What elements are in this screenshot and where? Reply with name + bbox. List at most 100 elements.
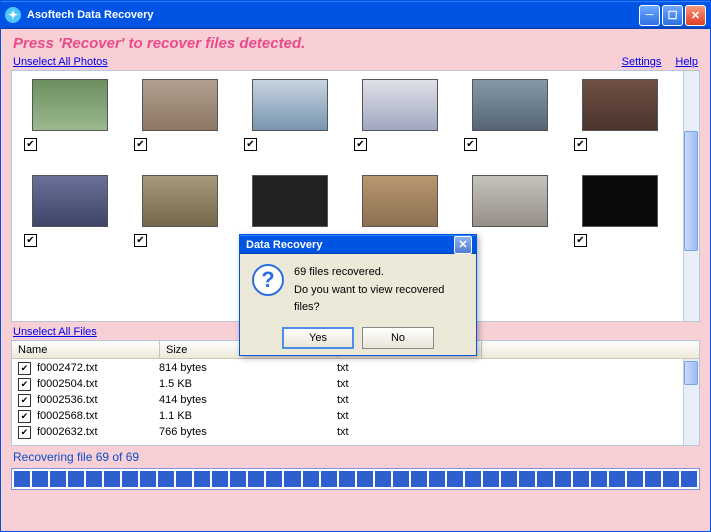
file-extension: txt	[337, 362, 481, 374]
file-checkbox[interactable]: ✔	[18, 410, 31, 423]
photo-checkbox[interactable]: ✔	[354, 138, 367, 151]
progress-segment	[158, 471, 174, 487]
thumbnail-image	[32, 79, 108, 131]
file-size: 1.1 KB	[159, 410, 337, 422]
file-checkbox[interactable]: ✔	[18, 426, 31, 439]
table-row[interactable]: ✔f0002504.txt1.5 KBtxt	[12, 376, 683, 392]
top-links: Unselect All Photos Settings Help	[11, 56, 700, 70]
file-checkbox[interactable]: ✔	[18, 394, 31, 407]
question-icon: ?	[252, 264, 284, 296]
minimize-button[interactable]: ─	[639, 5, 660, 26]
photo-checkbox[interactable]: ✔	[464, 138, 477, 151]
help-link[interactable]: Help	[675, 56, 698, 68]
progress-bar	[11, 468, 700, 490]
progress-segment	[627, 471, 643, 487]
progress-segment	[284, 471, 300, 487]
progress-segment	[663, 471, 679, 487]
table-row[interactable]: ✔ f0002632.txt766 bytestxt	[12, 424, 683, 440]
table-row[interactable]: ✔f0002536.txt414 bytestxt	[12, 392, 683, 408]
file-checkbox[interactable]: ✔	[18, 362, 31, 375]
status-text: Recovering file 69 of 69	[11, 446, 700, 468]
close-button[interactable]: ✕	[685, 5, 706, 26]
progress-segment	[555, 471, 571, 487]
photo-checkbox[interactable]: ✔	[574, 138, 587, 151]
yes-button[interactable]: Yes	[282, 327, 354, 349]
progress-segment	[357, 471, 373, 487]
dialog-titlebar: Data Recovery ✕	[240, 235, 476, 254]
file-extension: txt	[337, 378, 481, 390]
scroll-thumb[interactable]	[684, 131, 698, 251]
app-icon: ✦	[5, 7, 21, 23]
progress-segment	[68, 471, 84, 487]
file-size: 766 bytes	[159, 426, 337, 438]
dialog-close-button[interactable]: ✕	[454, 236, 472, 254]
recovery-dialog: Data Recovery ✕ ? 69 files recovered. Do…	[239, 234, 477, 356]
photos-scrollbar[interactable]	[683, 71, 699, 321]
file-size: 1.5 KB	[159, 378, 337, 390]
file-name: f0002536.txt	[35, 394, 159, 406]
thumbnail-image	[472, 175, 548, 227]
progress-segment	[375, 471, 391, 487]
progress-segment	[609, 471, 625, 487]
thumbnail-image	[32, 175, 108, 227]
file-checkbox[interactable]: ✔	[18, 378, 31, 391]
progress-segment	[465, 471, 481, 487]
column-spacer	[482, 341, 699, 358]
photo-checkbox[interactable]: ✔	[134, 234, 147, 247]
dialog-text: 69 files recovered. Do you want to view …	[294, 264, 464, 317]
progress-segment	[645, 471, 661, 487]
file-name: f0002472.txt	[35, 362, 159, 374]
photo-thumb[interactable]: ✔	[354, 77, 440, 151]
file-extension: txt	[337, 426, 481, 438]
progress-segment	[248, 471, 264, 487]
progress-segment	[447, 471, 463, 487]
photo-thumb[interactable]: ✔	[464, 77, 550, 151]
photo-thumb[interactable]: ✔	[134, 77, 220, 151]
dialog-line2: Do you want to view recovered files?	[294, 282, 464, 317]
file-extension: txt	[337, 410, 481, 422]
column-name[interactable]: Name	[12, 341, 160, 358]
window-buttons: ─ ☐ ✕	[639, 5, 706, 26]
photo-thumb[interactable]: ✔	[24, 77, 110, 151]
table-row[interactable]: ✔ f0002568.txt1.1 KBtxt	[12, 408, 683, 424]
progress-segment	[32, 471, 48, 487]
files-scrollbar[interactable]	[683, 359, 699, 445]
photo-checkbox[interactable]: ✔	[134, 138, 147, 151]
progress-segment	[230, 471, 246, 487]
unselect-all-photos-link[interactable]: Unselect All Photos	[13, 56, 108, 68]
thumbnail-image	[252, 79, 328, 131]
photo-checkbox[interactable]: ✔	[244, 138, 257, 151]
photo-thumb[interactable]: ✔	[24, 173, 110, 247]
file-size: 814 bytes	[159, 362, 337, 374]
thumbnail-image	[472, 79, 548, 131]
settings-link[interactable]: Settings	[622, 56, 662, 68]
no-button[interactable]: No	[362, 327, 434, 349]
instruction-text: Press 'Recover' to recover files detecte…	[11, 33, 700, 56]
file-name: f0002568.txt	[35, 410, 159, 422]
content: Press 'Recover' to recover files detecte…	[1, 29, 710, 531]
progress-segment	[411, 471, 427, 487]
thumbnail-image	[142, 175, 218, 227]
maximize-button[interactable]: ☐	[662, 5, 683, 26]
progress-segment	[212, 471, 228, 487]
thumbnail-image	[362, 175, 438, 227]
scroll-thumb[interactable]	[684, 361, 698, 385]
file-name: f0002632.txt	[35, 426, 159, 438]
progress-segment	[266, 471, 282, 487]
progress-segment	[140, 471, 156, 487]
progress-segment	[429, 471, 445, 487]
progress-segment	[519, 471, 535, 487]
photo-checkbox[interactable]: ✔	[574, 234, 587, 247]
photo-checkbox[interactable]: ✔	[24, 138, 37, 151]
photo-thumb[interactable]: ✔	[574, 173, 660, 247]
progress-segment	[483, 471, 499, 487]
progress-segment	[122, 471, 138, 487]
photo-checkbox[interactable]: ✔	[24, 234, 37, 247]
photo-thumb[interactable]: ✔	[244, 77, 330, 151]
photo-thumb[interactable]: ✔	[134, 173, 220, 247]
photo-thumb[interactable]: ✔	[574, 77, 660, 151]
thumbnail-image	[252, 175, 328, 227]
progress-segment	[104, 471, 120, 487]
unselect-all-files-link[interactable]: Unselect All Files	[13, 326, 97, 338]
table-row[interactable]: ✔ f0002472.txt814 bytestxt	[12, 360, 683, 376]
